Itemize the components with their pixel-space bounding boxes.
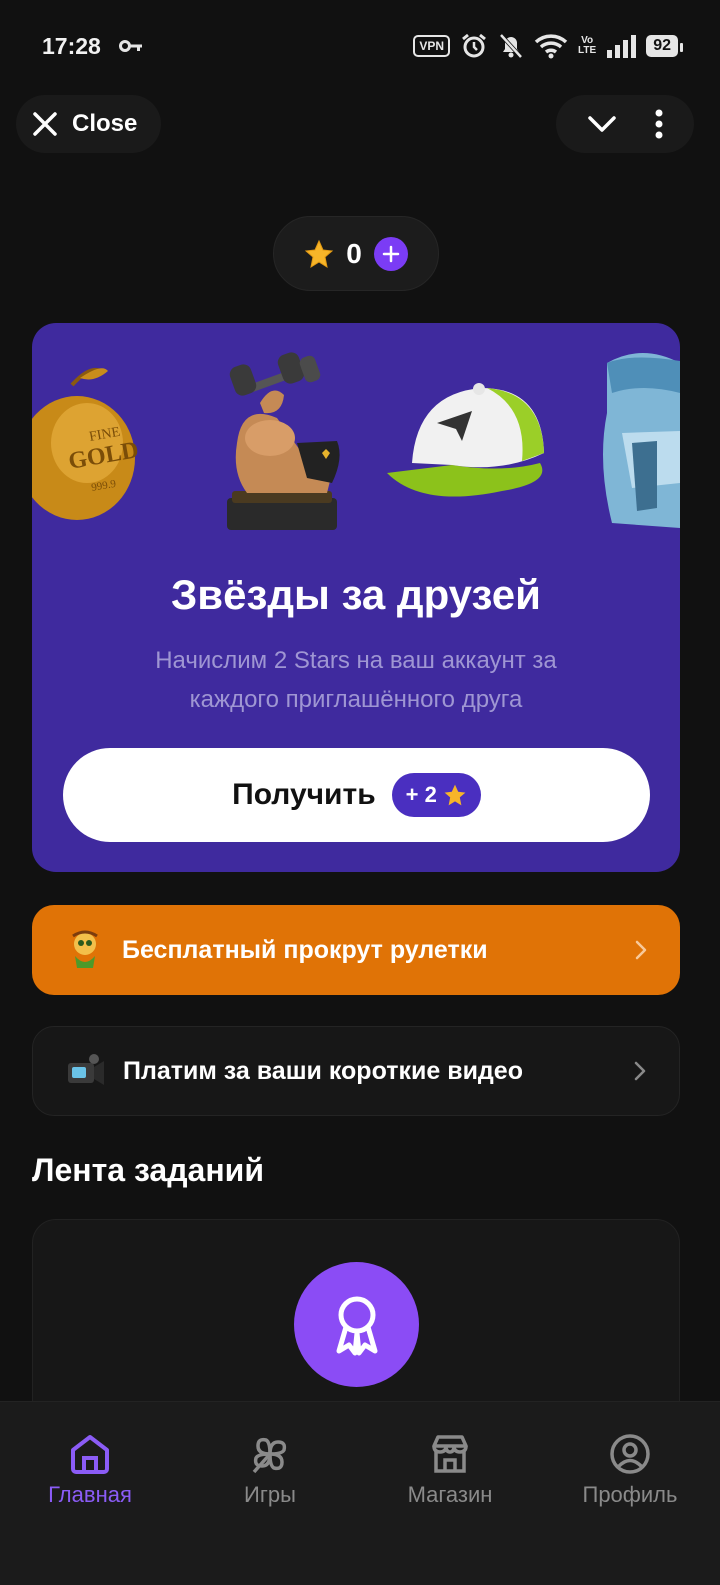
nav-profile[interactable]: Профиль (540, 1432, 720, 1585)
chevron-right-icon (634, 1061, 646, 1081)
get-reward-button[interactable]: Получить + 2 (63, 748, 650, 842)
reward-badge-text: + 2 (405, 782, 437, 807)
gold-apple-icon: FINE GOLD 999.9 (32, 368, 141, 520)
clover-icon (252, 1437, 287, 1474)
more-vertical-icon[interactable] (654, 109, 664, 139)
volte-indicator: Vo LTE (578, 36, 596, 56)
home-icon (71, 1435, 109, 1474)
status-right: VPN Vo LTE 92 (413, 32, 683, 60)
close-label: Close (72, 110, 138, 137)
plus-icon (382, 245, 400, 262)
award-badge (294, 1262, 419, 1387)
cap-icon (387, 383, 544, 497)
reward-badge: + 2 (391, 773, 481, 817)
key-icon (118, 40, 142, 52)
wifi-icon (534, 34, 568, 59)
nav-home-label: Главная (48, 1482, 132, 1507)
free-spin-label: Бесплатный прокрут рулетки (122, 935, 488, 964)
nav-games[interactable]: Игры (180, 1432, 360, 1585)
award-icon (336, 1296, 377, 1355)
status-left: 17:28 (42, 33, 143, 60)
referral-promo-card: FINE GOLD 999.9 Звёзды за друзей Начисли… (32, 323, 680, 872)
star-icon (305, 239, 334, 268)
muscle-trophy-icon (227, 352, 340, 530)
nav-profile-label: Профиль (582, 1482, 678, 1507)
nav-shop[interactable]: Магазин (360, 1432, 540, 1585)
vpn-badge: VPN (413, 35, 451, 57)
star-icon (444, 784, 466, 806)
close-icon (33, 112, 57, 136)
bottom-navigation: Главная Игры Магазин Профиль (0, 1401, 720, 1585)
mute-bell-icon (499, 33, 523, 59)
short-videos-label: Платим за ваши короткие видео (123, 1056, 523, 1085)
battery-indicator: 92 (646, 35, 683, 57)
profile-icon (610, 1434, 650, 1474)
free-spin-row[interactable]: Бесплатный прокрут рулетки (32, 905, 680, 995)
balance-value: 0 (346, 237, 362, 269)
video-camera-icon (63, 1048, 109, 1094)
nav-games-label: Игры (244, 1482, 296, 1507)
close-button[interactable]: Close (16, 95, 161, 153)
feed-title: Лента заданий (32, 1152, 264, 1188)
header-menu (556, 95, 694, 153)
lucky-character-icon (62, 927, 108, 973)
chevron-right-icon (635, 940, 647, 960)
promo-illustrations: FINE GOLD 999.9 (32, 352, 680, 530)
promo-title: Звёзды за друзей (171, 571, 541, 618)
nav-shop-label: Магазин (407, 1482, 493, 1507)
helmet-icon (603, 353, 680, 528)
alarm-icon (462, 33, 486, 58)
store-icon (432, 1435, 468, 1473)
volte-bottom: LTE (578, 45, 597, 56)
promo-subtitle: Начислим 2 Stars на ваш аккаунт за каждо… (155, 647, 557, 713)
status-time: 17:28 (42, 32, 101, 59)
signal-icon (607, 35, 637, 58)
add-stars-button[interactable] (373, 236, 408, 271)
stars-balance: 0 (273, 216, 439, 291)
chevron-down-icon[interactable] (587, 114, 617, 134)
get-reward-label: Получить (232, 778, 376, 811)
status-bar: 17:28 VPN Vo LTE 92 (0, 0, 720, 92)
nav-home[interactable]: Главная (0, 1432, 180, 1585)
short-videos-row[interactable]: Платим за ваши короткие видео (32, 1026, 680, 1116)
